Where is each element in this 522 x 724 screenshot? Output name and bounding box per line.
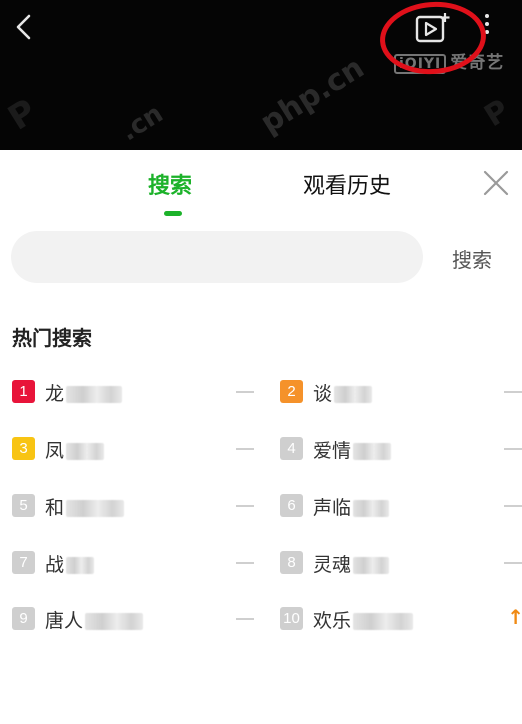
blurred-text	[353, 613, 414, 630]
watermark: P	[478, 92, 516, 135]
rank-badge: 3	[12, 437, 35, 460]
close-icon[interactable]	[481, 168, 511, 198]
trend-flat-icon	[504, 448, 522, 450]
hot-search-text: 龙	[45, 383, 65, 405]
hot-search-item[interactable]: 8 灵魂	[280, 551, 522, 577]
rank-badge: 10	[280, 607, 303, 630]
hot-search-text: 战	[45, 554, 65, 576]
rank-badge: 8	[280, 551, 303, 574]
hot-search-item[interactable]: 10 欢乐 ↑	[280, 605, 522, 633]
blurred-text	[85, 613, 144, 630]
hot-search-text: 和	[45, 497, 65, 519]
rank-badge: 5	[12, 494, 35, 517]
hot-search-item[interactable]: 4 爱情	[280, 437, 522, 463]
hot-search-item[interactable]: 5 和	[12, 494, 254, 520]
blurred-text	[353, 500, 390, 517]
hot-search-text: 灵魂	[313, 554, 352, 576]
hot-search-item[interactable]: 1 龙	[12, 380, 254, 406]
trend-flat-icon	[236, 618, 254, 620]
blurred-text	[66, 500, 125, 517]
blurred-text	[334, 386, 373, 403]
trend-flat-icon	[236, 391, 254, 393]
hot-search-item[interactable]: 2 谈	[280, 380, 522, 406]
hot-search-text: 欢乐	[313, 610, 352, 632]
hot-search-text: 声临	[313, 497, 352, 519]
trend-flat-icon	[236, 562, 254, 564]
search-tabs: 搜索 观看历史	[0, 150, 522, 220]
watermark: php.cn	[254, 50, 371, 141]
rank-badge: 1	[12, 380, 35, 403]
trend-flat-icon	[504, 391, 522, 393]
search-button[interactable]: 搜索	[452, 244, 492, 273]
hot-search-item[interactable]: 9 唐人	[12, 607, 254, 633]
blurred-text	[66, 443, 105, 460]
rank-badge: 6	[280, 494, 303, 517]
hot-search-item[interactable]: 3 凤	[12, 437, 254, 463]
chevron-left-icon[interactable]	[10, 12, 40, 42]
rank-badge: 9	[12, 607, 35, 630]
blurred-text	[353, 557, 390, 574]
hot-search-text: 爱情	[313, 440, 352, 462]
tab-search[interactable]: 搜索	[148, 168, 192, 200]
trend-flat-icon	[504, 505, 522, 507]
hot-search-text: 唐人	[45, 610, 84, 632]
tab-active-indicator	[164, 211, 182, 216]
rank-badge: 4	[280, 437, 303, 460]
trend-up-icon: ↑	[507, 605, 522, 629]
blurred-text	[66, 557, 95, 574]
trend-flat-icon	[236, 448, 254, 450]
trend-flat-icon	[236, 505, 254, 507]
hot-search-item[interactable]: 7 战	[12, 551, 254, 577]
tab-watch-history[interactable]: 观看历史	[303, 168, 391, 200]
search-input[interactable]	[11, 231, 423, 283]
hot-search-item[interactable]: 6 声临	[280, 494, 522, 520]
hot-search-text: 凤	[45, 440, 65, 462]
trend-flat-icon	[504, 562, 522, 564]
rank-badge: 7	[12, 551, 35, 574]
rank-badge: 2	[280, 380, 303, 403]
hot-search-title: 热门搜索	[12, 326, 92, 350]
video-player-area[interactable]: P .cn php.cn P iQIYI 爱奇艺	[0, 0, 522, 150]
hot-search-text: 谈	[313, 383, 333, 405]
blurred-text	[353, 443, 392, 460]
blurred-text	[66, 386, 123, 403]
watermark: .cn	[115, 98, 169, 148]
watermark: P	[1, 91, 44, 139]
